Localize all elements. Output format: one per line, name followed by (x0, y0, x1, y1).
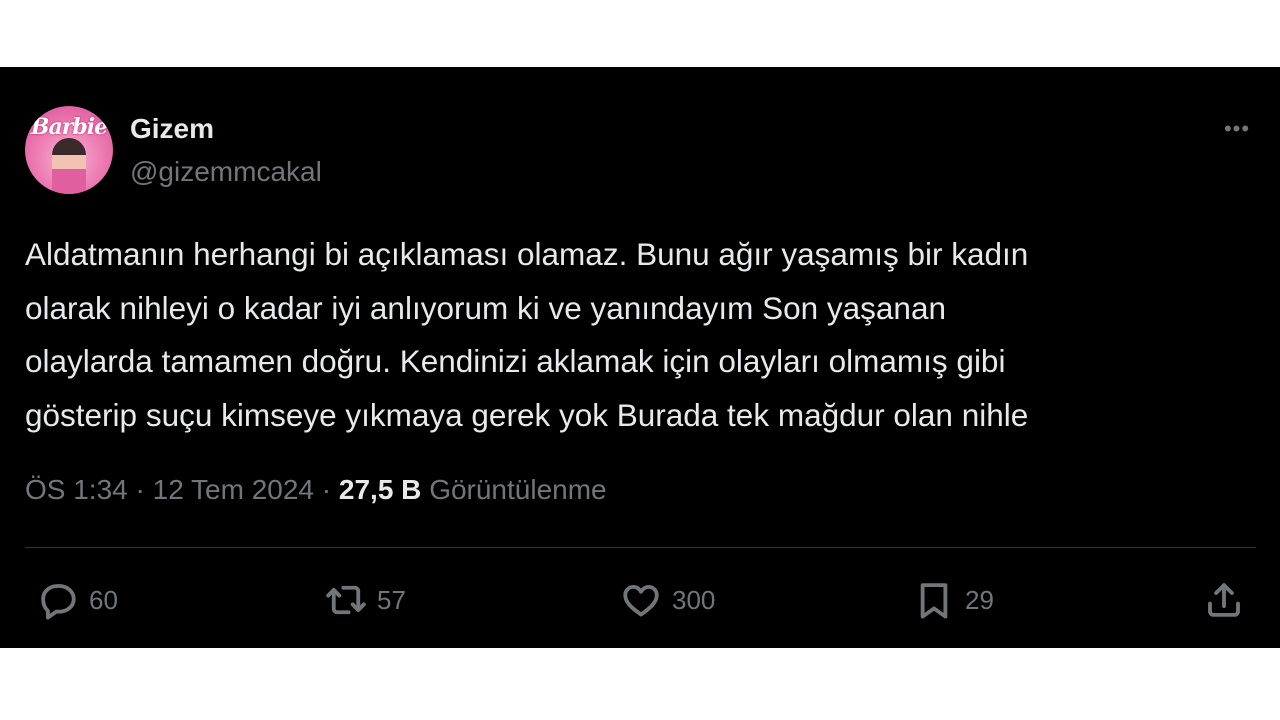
views-label[interactable]: Görüntülenme (429, 474, 606, 505)
more-horizontal-icon: ••• (1223, 116, 1251, 141)
views-count[interactable]: 27,5 B (339, 474, 422, 505)
share-icon (1208, 583, 1240, 617)
tweet-text-line: Aldatmanın herhangi bi açıklaması olamaz… (25, 236, 1029, 272)
like-button[interactable]: 300 (620, 578, 715, 622)
reply-button[interactable]: 60 (37, 578, 118, 622)
retweet-button[interactable]: 57 (325, 578, 406, 622)
share-button[interactable] (1203, 578, 1245, 622)
tweet-time[interactable]: ÖS 1:34 (25, 474, 128, 505)
tweet-meta: ÖS 1:34 · 12 Tem 2024 · 27,5 B Görüntüle… (25, 472, 607, 508)
tweet-text-line: olaylarda tamamen doğru. Kendinizi aklam… (25, 343, 1006, 379)
tweet-text: Aldatmanın herhangi bi açıklaması olamaz… (25, 228, 1255, 442)
reply-icon (41, 584, 76, 620)
bookmark-count: 29 (965, 584, 994, 615)
retweet-icon (326, 585, 366, 615)
retweet-count: 57 (377, 584, 406, 615)
bookmark-icon (920, 583, 948, 619)
like-count: 300 (672, 584, 716, 615)
author-handle[interactable]: @gizemmcakal (130, 155, 322, 189)
tweet-text-line: olarak nihleyi o kadar iyi anlıyorum ki … (25, 289, 946, 326)
author-name[interactable]: Gizem (130, 112, 214, 146)
meta-separator: · (135, 474, 145, 505)
more-options-button[interactable]: ••• (1218, 115, 1256, 143)
heart-icon (623, 584, 659, 617)
meta-separator: · (321, 474, 332, 505)
tweet-text-line: gösterip suçu kimseye yıkmaya gerek yok … (25, 396, 1029, 433)
reply-count: 60 (89, 584, 118, 615)
divider (25, 547, 1256, 548)
avatar-logo: Barbie (30, 114, 108, 140)
bookmark-button[interactable]: 29 (913, 578, 994, 622)
avatar[interactable]: Barbie (25, 106, 113, 194)
tweet-date[interactable]: 12 Tem 2024 (153, 474, 314, 505)
avatar-figure (52, 138, 86, 194)
